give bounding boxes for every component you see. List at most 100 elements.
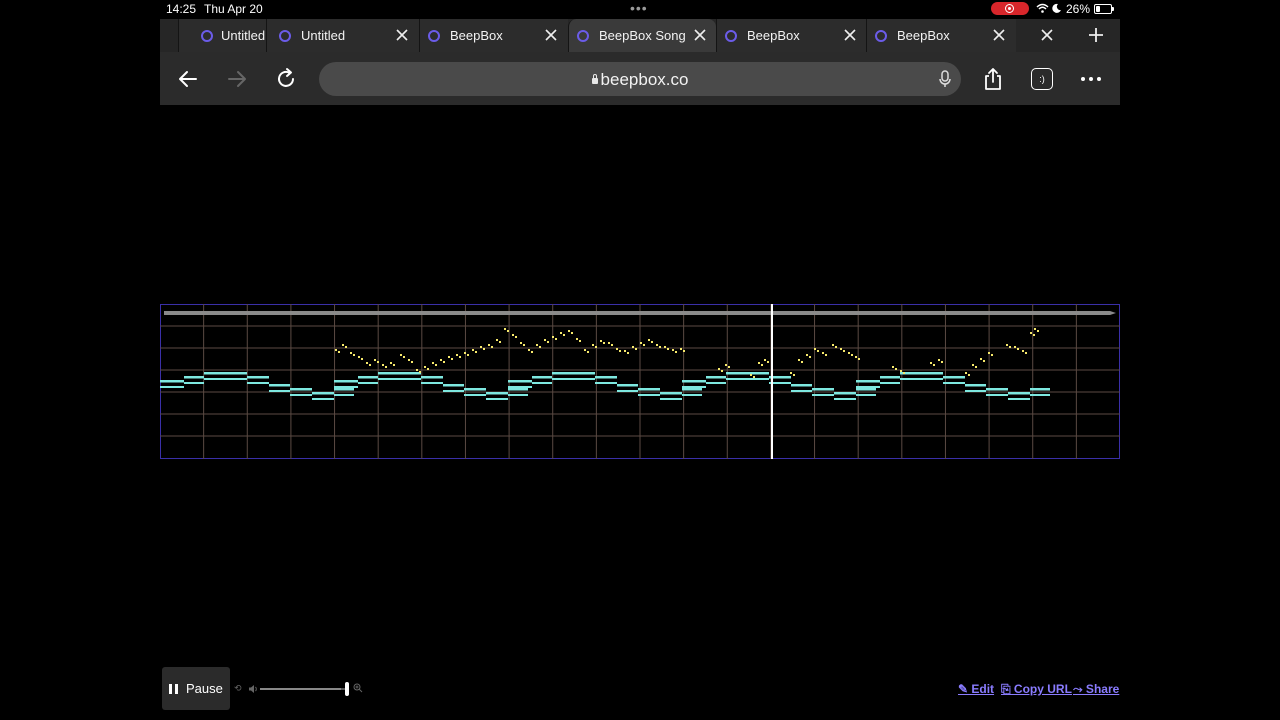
lead-note — [555, 338, 557, 340]
tab-close-icon[interactable] — [843, 28, 857, 42]
bass-note — [532, 382, 552, 384]
note-timeline[interactable] — [160, 304, 1120, 459]
bass-note — [464, 394, 486, 396]
lead-note — [809, 356, 811, 358]
bass-note — [856, 394, 876, 396]
pause-button[interactable]: Pause — [162, 667, 230, 710]
tab-overflow-close-icon[interactable] — [1040, 28, 1054, 42]
lead-note — [587, 351, 589, 353]
tab-close-icon[interactable] — [395, 28, 409, 42]
tab-beepbox-1[interactable]: BeepBox — [419, 19, 568, 52]
playhead[interactable] — [771, 304, 773, 459]
bass-note — [638, 388, 660, 391]
bass-note — [943, 382, 965, 384]
tab-title: Untitled — [221, 28, 265, 43]
bass-note — [595, 382, 617, 384]
lead-note — [499, 341, 501, 343]
lead-note — [675, 351, 677, 353]
back-icon[interactable] — [174, 65, 202, 93]
lead-note — [342, 344, 344, 346]
bass-note — [617, 390, 638, 392]
browser-toolbar: beepbox.co :) — [160, 52, 1120, 105]
lead-note — [515, 336, 517, 338]
new-tab-plus-icon[interactable] — [1086, 25, 1106, 45]
lead-note — [851, 354, 853, 356]
bass-note — [986, 388, 1008, 391]
bass-note — [312, 392, 334, 395]
share-icon[interactable] — [979, 65, 1007, 93]
lead-note — [419, 371, 421, 373]
tab-beepbox-3[interactable]: BeepBox — [866, 19, 1016, 52]
lead-note — [753, 376, 755, 378]
multitasking-dots-icon[interactable]: ••• — [630, 0, 648, 16]
lead-note — [750, 374, 752, 376]
status-time: 14:25 — [166, 2, 197, 16]
bass-note — [856, 380, 880, 383]
lead-note — [975, 366, 977, 368]
bass-note — [378, 372, 421, 375]
lead-note — [563, 334, 565, 336]
lead-note — [988, 352, 990, 354]
status-bar: 14:25 Thu Apr 20 ••• 26% — [0, 0, 1280, 18]
lead-note — [571, 332, 573, 334]
loop-icon[interactable]: ⟲ — [234, 684, 243, 693]
more-icon[interactable] — [1077, 65, 1105, 93]
bass-note — [812, 394, 834, 396]
lead-note — [933, 364, 935, 366]
tab-beepbox-2[interactable]: BeepBox — [716, 19, 866, 52]
beepbox-favicon-icon — [577, 30, 589, 42]
lead-note — [451, 358, 453, 360]
tab-beepbox-song-active[interactable]: BeepBox Song — [568, 19, 716, 52]
bass-note — [856, 386, 880, 388]
lead-note — [972, 364, 974, 366]
lead-note — [817, 350, 819, 352]
lead-note — [664, 346, 666, 348]
tab-close-icon[interactable] — [693, 28, 707, 42]
lead-note — [568, 330, 570, 332]
tab-close-icon[interactable] — [544, 28, 558, 42]
song-player-visualization[interactable] — [160, 304, 1120, 459]
lead-note — [338, 351, 340, 353]
lead-note — [345, 346, 347, 348]
bass-note — [552, 378, 595, 380]
lead-note — [432, 362, 434, 364]
bass-note — [508, 386, 532, 388]
lead-note — [761, 364, 763, 366]
lead-note — [801, 361, 803, 363]
volume-slider-thumb[interactable] — [345, 682, 349, 696]
edit-link[interactable]: ✎ Edit — [958, 682, 994, 696]
lead-note — [1033, 334, 1035, 336]
lead-note — [648, 339, 650, 341]
lead-note — [855, 356, 857, 358]
bass-note — [682, 386, 706, 388]
lead-note — [635, 348, 637, 350]
bass-note — [682, 394, 702, 396]
lead-note — [536, 344, 538, 346]
tab-title: BeepBox — [897, 28, 950, 43]
battery-icon — [1094, 4, 1114, 14]
extension-icon[interactable]: :) — [1031, 68, 1053, 90]
share-link[interactable]: ⤳ Share — [1073, 682, 1119, 697]
volume-slider[interactable] — [260, 688, 348, 690]
reload-icon[interactable] — [272, 65, 300, 93]
lead-note — [393, 364, 395, 366]
bass-note — [812, 388, 834, 391]
tab-close-icon[interactable] — [992, 28, 1006, 42]
zoom-icon[interactable] — [353, 683, 363, 693]
lead-note — [968, 374, 970, 376]
bass-note — [204, 372, 247, 375]
copy-url-link[interactable]: ⎘ Copy URL — [1001, 682, 1072, 697]
bass-note — [834, 392, 856, 395]
lead-note — [539, 346, 541, 348]
address-bar[interactable]: beepbox.co — [319, 62, 961, 96]
forward-icon[interactable] — [223, 65, 251, 93]
lead-note — [611, 344, 613, 346]
microphone-icon[interactable] — [939, 70, 951, 88]
tab-untitled-1[interactable]: Untitled — [178, 19, 266, 52]
tab-untitled-2[interactable]: Untitled — [266, 19, 419, 52]
bass-note — [660, 392, 682, 395]
screen-record-icon[interactable] — [991, 2, 1029, 15]
lead-note — [725, 364, 727, 366]
lead-note — [892, 366, 894, 368]
lead-note — [528, 349, 530, 351]
